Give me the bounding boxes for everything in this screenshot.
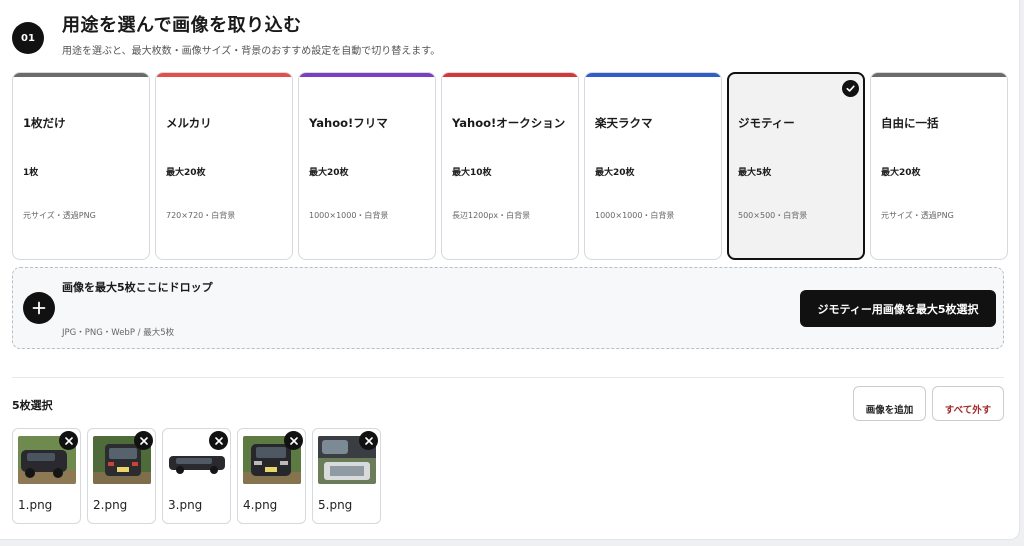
close-icon[interactable] [59,431,78,450]
page-title: 用途を選んで画像を取り込む [62,15,302,36]
thumbnail-item[interactable]: 3.png [162,428,231,524]
preset-spec: 元サイズ・透過PNG [23,211,96,220]
preset-accent-bar [585,73,721,77]
preset-max-count: 最大5枚 [738,168,772,178]
thumbnail-filename: 2.png [93,498,128,512]
selection-count: 5枚選択 [12,399,53,412]
preset-card-single[interactable]: 1枚だけ 1枚 元サイズ・透過PNG [12,72,150,260]
thumbnail-item[interactable]: 4.png [237,428,306,524]
preset-accent-bar [156,73,292,77]
dropzone-title: 画像を最大5枚ここにドロップ [62,281,213,294]
image-dropzone[interactable]: 画像を最大5枚ここにドロップ JPG・PNG・WebP / 最大5枚 ジモティー… [12,267,1004,349]
remove-all-button[interactable]: すべて外す [932,386,1004,421]
thumbnail-item[interactable]: 1.png [12,428,81,524]
thumbnail-list: 1.png 2.png 3.png 4.png 5.png [12,428,381,524]
thumbnail-filename: 3.png [168,498,203,512]
preset-card-mercari[interactable]: メルカリ 最大20枚 720×720・白背景 [155,72,293,260]
preset-name: 楽天ラクマ [595,116,653,130]
thumbnail-item[interactable]: 5.png [312,428,381,524]
preset-accent-bar [13,73,149,77]
thumbnail-filename: 5.png [318,498,353,512]
preset-spec: 1000×1000・白背景 [595,211,675,220]
preset-name: Yahoo!オークション [452,116,566,130]
import-panel: 01 用途を選んで画像を取り込む 用途を選ぶと、最大枚数・画像サイズ・背景のおす… [0,0,1020,540]
step-badge: 01 [12,22,44,54]
preset-card-rakuma[interactable]: 楽天ラクマ 最大20枚 1000×1000・白背景 [584,72,722,260]
check-circle-icon [842,80,859,97]
close-icon[interactable] [209,431,228,450]
preset-spec: 1000×1000・白背景 [309,211,389,220]
preset-max-count: 最大20枚 [881,168,921,178]
add-image-button[interactable]: 画像を追加 [853,386,926,421]
thumbnail-item[interactable]: 2.png [87,428,156,524]
preset-accent-bar [299,73,435,77]
preset-accent-bar [871,73,1007,77]
close-icon[interactable] [134,431,153,450]
preset-name: 自由に一括 [881,116,939,130]
preset-name: Yahoo!フリマ [309,116,388,130]
preset-max-count: 最大10枚 [452,168,492,178]
preset-list: 1枚だけ 1枚 元サイズ・透過PNG メルカリ 最大20枚 720×720・白背… [12,72,1008,260]
preset-spec: 720×720・白背景 [166,211,236,220]
preset-name: メルカリ [166,116,212,130]
thumbnail-filename: 4.png [243,498,278,512]
preset-name: 1枚だけ [23,116,66,130]
close-icon[interactable] [284,431,303,450]
preset-max-count: 最大20枚 [166,168,206,178]
preset-spec: 500×500・白背景 [738,211,808,220]
preset-card-free-bulk[interactable]: 自由に一括 最大20枚 元サイズ・透過PNG [870,72,1008,260]
preset-spec: 長辺1200px・白背景 [452,211,531,220]
dropzone-hint: JPG・PNG・WebP / 最大5枚 [62,328,175,338]
select-images-button[interactable]: ジモティー用画像を最大5枚選択 [800,290,996,327]
preset-max-count: 最大20枚 [595,168,635,178]
preset-accent-bar [442,73,578,77]
divider [12,377,1004,378]
preset-card-jmty[interactable]: ジモティー 最大5枚 500×500・白背景 [727,72,865,260]
preset-card-yahoo-flea[interactable]: Yahoo!フリマ 最大20枚 1000×1000・白背景 [298,72,436,260]
thumbnail-filename: 1.png [18,498,53,512]
preset-card-yahoo-auction[interactable]: Yahoo!オークション 最大10枚 長辺1200px・白背景 [441,72,579,260]
plus-circle-icon[interactable] [23,292,55,324]
preset-max-count: 1枚 [23,168,39,178]
page-subtitle: 用途を選ぶと、最大枚数・画像サイズ・背景のおすすめ設定を自動で切り替えます。 [62,46,441,57]
preset-spec: 元サイズ・透過PNG [881,211,954,220]
preset-name: ジモティー [738,116,795,130]
preset-max-count: 最大20枚 [309,168,349,178]
close-icon[interactable] [359,431,378,450]
